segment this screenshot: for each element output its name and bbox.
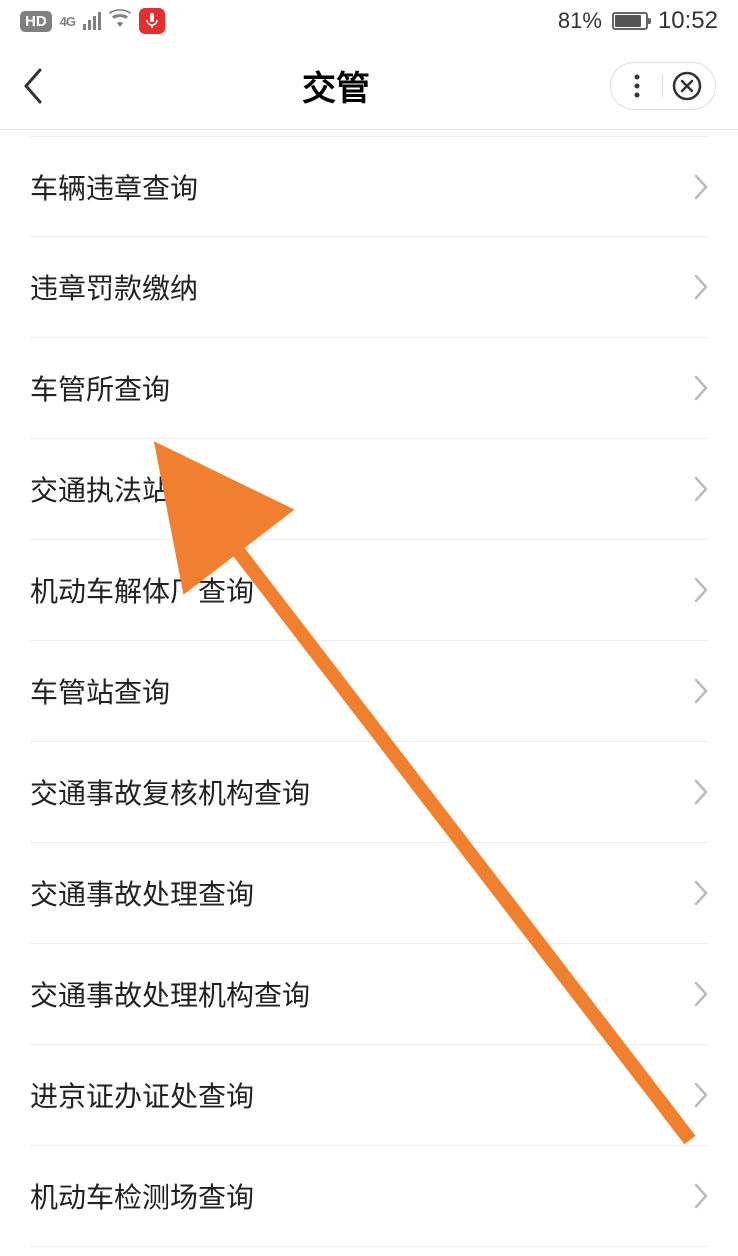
list-item-label: 进京证办证处查询	[30, 1075, 254, 1115]
list-item-label: 交通事故处理查询	[30, 873, 254, 913]
page-title: 交管	[62, 61, 610, 110]
back-button[interactable]	[22, 68, 62, 104]
nav-header: 交管	[0, 42, 738, 130]
list-item[interactable]: 违章罚款缴纳	[30, 237, 708, 338]
battery-percentage: 81%	[558, 8, 602, 34]
status-left: HD 4G	[20, 8, 165, 34]
signal-bars-icon	[83, 12, 101, 30]
list-item[interactable]: 进京证办证处查询	[30, 1045, 708, 1146]
chevron-right-icon	[694, 174, 708, 200]
list-item[interactable]: 机动车解体厂查询	[30, 540, 708, 641]
status-bar: HD 4G 81% 10:52	[0, 0, 738, 42]
clock: 10:52	[658, 7, 718, 35]
list-item-label: 交通事故复核机构查询	[30, 772, 310, 812]
chevron-right-icon	[694, 1183, 708, 1209]
list-item-label: 车辆违章查询	[30, 167, 198, 207]
wifi-icon	[109, 9, 131, 33]
list-item-label: 机动车检测场查询	[30, 1176, 254, 1216]
network-4g-label: 4G	[60, 14, 75, 29]
chevron-right-icon	[694, 375, 708, 401]
list-item[interactable]: 车管站查询	[30, 641, 708, 742]
list-item-label: 交通事故处理机构查询	[30, 974, 310, 1014]
battery-icon	[612, 12, 648, 30]
hd-icon: HD	[20, 11, 52, 32]
mic-icon	[139, 8, 165, 34]
list-item[interactable]: 交通事故处理机构查询	[30, 944, 708, 1045]
header-actions	[610, 62, 716, 110]
list-item[interactable]: 机动车检测场查询	[30, 1146, 708, 1247]
chevron-right-icon	[694, 476, 708, 502]
list-item-label: 机动车解体厂查询	[30, 570, 254, 610]
list-item-label: 交通执法站查询	[30, 469, 226, 509]
list-item[interactable]: 交通执法站查询	[30, 439, 708, 540]
chevron-right-icon	[694, 274, 708, 300]
list-item-label: 车管站查询	[30, 671, 170, 711]
chevron-right-icon	[694, 779, 708, 805]
chevron-right-icon	[694, 1082, 708, 1108]
list-item[interactable]: 交通事故处理查询	[30, 843, 708, 944]
chevron-right-icon	[694, 981, 708, 1007]
list-item[interactable]: 车辆违章查询	[30, 136, 708, 237]
list-item-label: 车管所查询	[30, 368, 170, 408]
more-button[interactable]	[623, 74, 663, 98]
chevron-right-icon	[694, 577, 708, 603]
menu-list: 车辆违章查询违章罚款缴纳车管所查询交通执法站查询机动车解体厂查询车管站查询交通事…	[0, 136, 738, 1247]
status-right: 81% 10:52	[558, 7, 718, 35]
list-item-label: 违章罚款缴纳	[30, 267, 198, 307]
list-item[interactable]: 车管所查询	[30, 338, 708, 439]
chevron-right-icon	[694, 880, 708, 906]
chevron-right-icon	[694, 678, 708, 704]
close-button[interactable]	[663, 71, 703, 101]
list-item[interactable]: 交通事故复核机构查询	[30, 742, 708, 843]
